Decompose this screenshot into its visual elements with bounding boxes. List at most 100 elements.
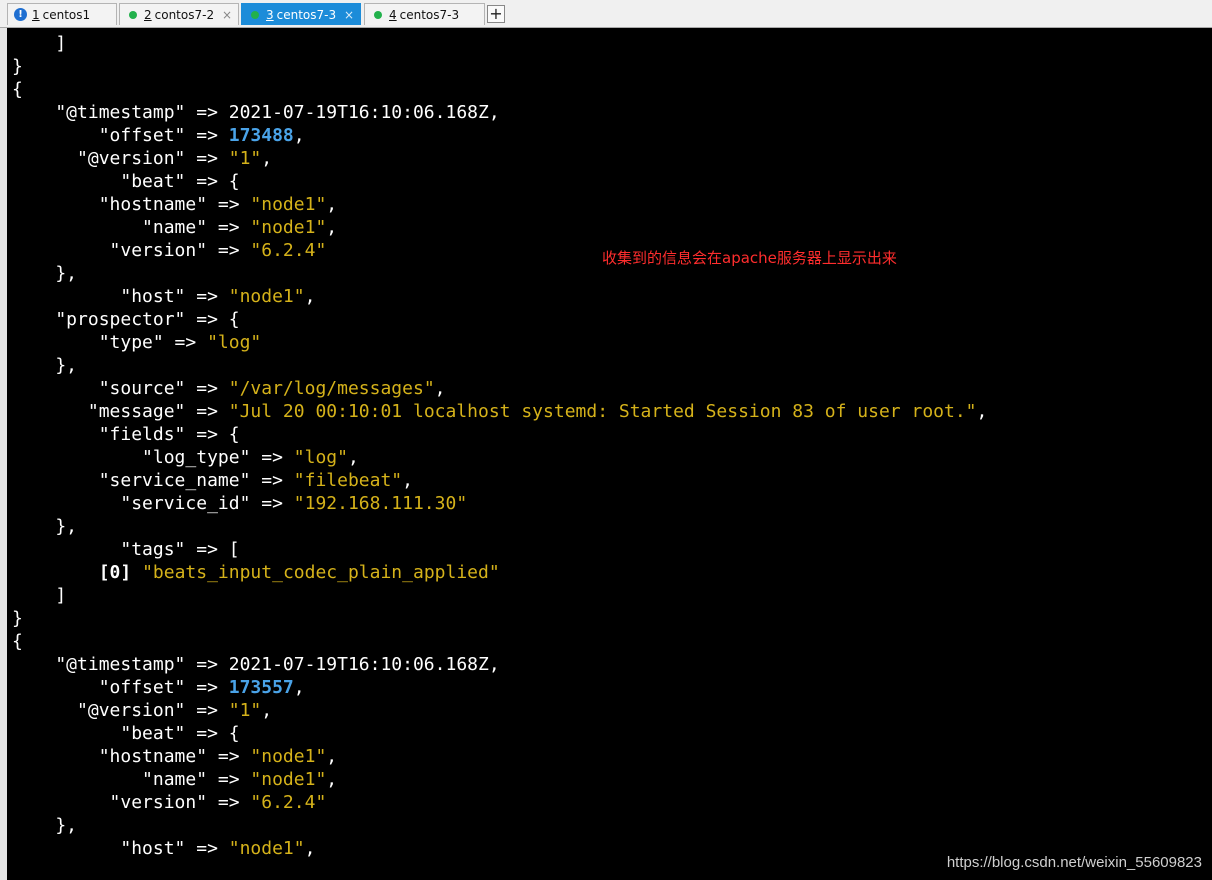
terminal-line: "service_name" => "filebeat", (12, 469, 413, 492)
annotation-text: 收集到的信息会在apache服务器上显示出来 (602, 249, 897, 267)
terminal-text: "node1" (250, 217, 327, 238)
tab-number: 3 (266, 8, 274, 22)
tab-centos1[interactable]: ! 1 centos1 (7, 3, 117, 25)
terminal-text: , (304, 286, 316, 307)
terminal-line: "type" => "log" (12, 331, 262, 354)
connected-dot-icon (129, 11, 137, 19)
terminal-output[interactable]: "host" => "node1", }, "version" => "6.2.… (7, 28, 1212, 880)
terminal-text: { (12, 79, 23, 100)
terminal-line: "version" => "6.2.4" (12, 239, 327, 262)
connected-dot-icon (251, 11, 259, 19)
terminal-text: { (12, 631, 23, 652)
close-icon[interactable]: × (222, 4, 232, 26)
terminal-line: "name" => "node1", (12, 768, 337, 791)
connected-dot-icon (374, 11, 382, 19)
terminal-line: ] (12, 584, 66, 607)
terminal-text: "message" => (12, 401, 229, 422)
terminal-text: , (402, 470, 413, 491)
terminal-text: "name" => (12, 217, 251, 238)
terminal-text: ] (12, 33, 67, 54)
terminal-text: } (12, 56, 23, 77)
terminal-text: }, (12, 355, 78, 376)
terminal-line: } (12, 607, 23, 630)
terminal-text: } (12, 608, 23, 629)
terminal-line: "fields" => { (12, 423, 240, 446)
terminal-text: "service_name" => (12, 470, 294, 491)
tab-title: centos1 (42, 8, 91, 22)
terminal-line: "host" => "node1", (12, 285, 315, 308)
tab-label: 4 centos7-3 (389, 4, 459, 26)
terminal-text: , (293, 677, 305, 698)
terminal-text: "@version" => (12, 700, 229, 721)
terminal-text: 173488 (228, 125, 294, 146)
tab-label: 2 contos7-2 (144, 4, 214, 26)
terminal-line: }, (12, 515, 77, 538)
watermark: https://blog.csdn.net/weixin_55609823 (946, 854, 1202, 871)
terminal-line: "@timestamp" => 2021-07-19T16:10:06.168Z… (12, 101, 500, 124)
terminal-text: "beats_input_codec_plain_applied" (142, 562, 500, 583)
terminal-text: , (347, 447, 359, 468)
terminal-line: "log_type" => "log", (12, 446, 359, 469)
terminal-text: 173557 (228, 677, 294, 698)
tab-title: contos7-2 (154, 8, 215, 22)
terminal-line: "host" => "node1", (12, 837, 315, 860)
terminal-text: "log" (293, 447, 348, 468)
terminal-line: ] (12, 32, 66, 55)
terminal-line: "prospector" => { (12, 308, 240, 331)
terminal-line: { (12, 630, 23, 653)
terminal-text: }, (12, 815, 78, 836)
terminal-text: , (434, 378, 446, 399)
tab-centos7-3-active[interactable]: 3 centos7-3 × (241, 3, 361, 25)
terminal-text: "fields" => { (12, 424, 240, 445)
terminal-line: "source" => "/var/log/messages", (12, 377, 446, 400)
terminal-text: "hostname" => (12, 194, 251, 215)
new-tab-button[interactable]: + (487, 5, 505, 23)
terminal-text: "source" => (12, 378, 229, 399)
info-icon: ! (14, 8, 27, 21)
terminal-text: "@timestamp" => 2021-07-19T16:10:06.168Z… (12, 654, 500, 675)
terminal-text: , (326, 746, 338, 767)
terminal-text: "6.2.4" (250, 792, 327, 813)
terminal-text: "host" => (12, 286, 229, 307)
terminal-line: }, (12, 262, 77, 285)
terminal-text: "hostname" => (12, 746, 251, 767)
terminal-text: , (304, 838, 316, 859)
terminal-text: "node1" (250, 746, 327, 767)
terminal-text: , (293, 125, 305, 146)
terminal-text: "Jul 20 00:10:01 localhost systemd: Star… (228, 401, 977, 422)
terminal-text: ] (12, 585, 67, 606)
terminal-text: , (326, 769, 338, 790)
tab-number: 2 (144, 8, 152, 22)
terminal-text: "host" => (12, 838, 229, 859)
terminal-line: "@timestamp" => 2021-07-19T16:10:06.168Z… (12, 653, 500, 676)
tab-centos7-3[interactable]: 4 centos7-3 (364, 3, 485, 25)
terminal-text: }, (12, 516, 78, 537)
terminal-text: , (261, 148, 273, 169)
terminal-line: "hostname" => "node1", (12, 193, 337, 216)
terminal-line: "offset" => 173557, (12, 676, 305, 699)
terminal-text: "@version" => (12, 148, 229, 169)
tab-bar: ! 1 centos1 2 contos7-2 × 3 centos7-3 × 4 ce… (0, 0, 1212, 28)
terminal-text: "beat" => { (12, 171, 240, 192)
close-icon[interactable]: × (344, 4, 354, 26)
terminal-text: "log_type" => (12, 447, 294, 468)
terminal-text: "offset" => (12, 677, 229, 698)
terminal-line: "version" => "6.2.4" (12, 791, 327, 814)
terminal-line: "beat" => { (12, 170, 240, 193)
terminal-text: "@timestamp" => 2021-07-19T16:10:06.168Z… (12, 102, 500, 123)
terminal-text: }, (12, 263, 78, 284)
terminal-text: "node1" (228, 838, 305, 859)
terminal-text: , (326, 194, 338, 215)
tab-number: 1 (32, 8, 40, 22)
terminal-text: , (976, 401, 988, 422)
terminal-text: "beat" => { (12, 723, 240, 744)
terminal-text: "tags" => [ (12, 539, 240, 560)
terminal-line: "message" => "Jul 20 00:10:01 localhost … (12, 400, 988, 423)
terminal-line: }, (12, 814, 77, 837)
terminal-text: "prospector" => { (12, 309, 240, 330)
terminal-text: , (326, 217, 338, 238)
terminal-line: }, (12, 354, 77, 377)
tab-contos7-2[interactable]: 2 contos7-2 × (119, 3, 239, 25)
terminal-text: "6.2.4" (250, 240, 327, 261)
